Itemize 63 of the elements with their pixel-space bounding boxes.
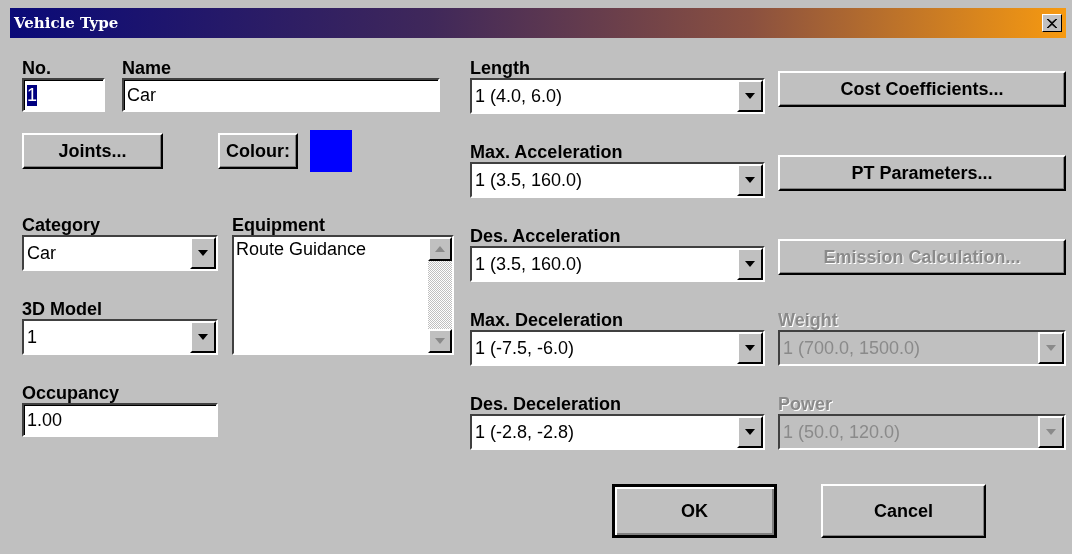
list-box[interactable]: Route Guidance: [232, 235, 454, 355]
joints-button[interactable]: Joints...: [22, 133, 163, 169]
dropdown-button[interactable]: [190, 321, 216, 353]
field-label: No.: [22, 58, 52, 78]
dropdown-value: 1 (3.5, 160.0): [475, 169, 583, 191]
dropdown[interactable]: Car: [22, 235, 218, 271]
field-label: Max. Acceleration: [470, 142, 624, 162]
dropdown[interactable]: 1 (-2.8, -2.8): [470, 414, 765, 450]
field-label: Des. Deceleration: [470, 394, 623, 414]
field-value: Car: [127, 84, 156, 106]
field-label: 3D Model: [22, 299, 103, 319]
dropdown-value: Car: [27, 242, 56, 264]
field-label: Category: [22, 215, 102, 235]
caret-icon: [198, 334, 208, 340]
colour-button[interactable]: Colour:: [218, 133, 298, 169]
close-icon: [1047, 18, 1057, 28]
dropdown-button[interactable]: [737, 80, 763, 112]
dropdown-value: 1 (-7.5, -6.0): [475, 337, 575, 359]
dropdown-value: 1: [27, 326, 37, 348]
field-label: Name: [122, 58, 173, 78]
dropdown-button[interactable]: [737, 416, 763, 448]
field-label: Weight: [778, 310, 839, 330]
list-item[interactable]: Route Guidance: [236, 239, 426, 260]
dropdown-button[interactable]: [190, 237, 216, 269]
caret-icon: [198, 250, 208, 256]
dialog-button[interactable]: PT Parameters...: [778, 155, 1066, 191]
input-field[interactable]: 1: [22, 78, 105, 112]
dropdown[interactable]: 1: [22, 319, 218, 355]
field-label: Equipment: [232, 215, 326, 235]
caret-icon: [1046, 345, 1056, 351]
field-label: Des. Acceleration: [470, 226, 622, 246]
dialog-button[interactable]: Cancel: [821, 484, 986, 538]
dialog-button[interactable]: OK: [612, 484, 777, 538]
close-button[interactable]: [1042, 14, 1062, 32]
dropdown[interactable]: 1 (-7.5, -6.0): [470, 330, 765, 366]
field-label: Max. Deceleration: [470, 310, 625, 330]
field-label: Length: [470, 58, 531, 78]
dropdown-value: 1 (-2.8, -2.8): [475, 421, 575, 443]
input-field[interactable]: 1.00: [22, 403, 218, 437]
caret-icon: [745, 261, 755, 267]
caret-icon: [745, 177, 755, 183]
dropdown-button[interactable]: [737, 332, 763, 364]
field-label: Occupancy: [22, 383, 121, 403]
scroll-up-icon: [435, 246, 445, 252]
dialog-button[interactable]: Cost Coefficients...: [778, 71, 1066, 107]
dropdown[interactable]: 1 (4.0, 6.0): [470, 78, 765, 114]
dropdown-button[interactable]: [737, 164, 763, 196]
field-label: Power: [778, 394, 834, 414]
scroll-down-icon: [435, 338, 445, 344]
input-field[interactable]: Car: [122, 78, 440, 112]
caret-icon: [745, 93, 755, 99]
caret-icon: [745, 429, 755, 435]
caret-icon: [745, 345, 755, 351]
dropdown-value: 1 (3.5, 160.0): [475, 253, 583, 275]
dropdown-value: 1 (4.0, 6.0): [475, 85, 563, 107]
dropdown[interactable]: 1 (3.5, 160.0): [470, 162, 765, 198]
field-value: 1.00: [27, 409, 63, 431]
dropdown[interactable]: 1 (3.5, 160.0): [470, 246, 765, 282]
field-value: 1: [27, 84, 37, 106]
window-title: Vehicle Type: [14, 14, 119, 32]
scroll-bar[interactable]: [428, 237, 452, 353]
caret-icon: [1046, 429, 1056, 435]
dropdown-button[interactable]: [737, 248, 763, 280]
